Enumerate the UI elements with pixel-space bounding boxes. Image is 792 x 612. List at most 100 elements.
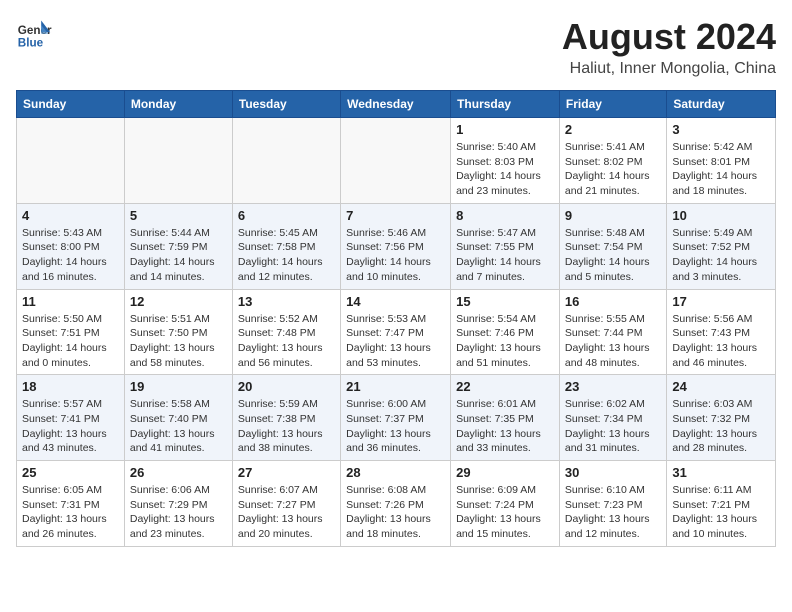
calendar-day: 8 Sunrise: 5:47 AMSunset: 7:55 PMDaylight… bbox=[451, 203, 560, 289]
day-number: 3 bbox=[672, 122, 770, 137]
calendar-subtitle: Haliut, Inner Mongolia, China bbox=[562, 60, 776, 78]
calendar-day: 24 Sunrise: 6:03 AMSunset: 7:32 PMDayligh… bbox=[667, 375, 776, 461]
day-info: Sunrise: 5:44 AMSunset: 7:59 PMDaylight:… bbox=[130, 226, 227, 285]
week-row-2: 4Sunrise: 5:43 AMSunset: 8:00 PMDaylight… bbox=[17, 203, 776, 289]
day-info: Sunrise: 5:53 AMSunset: 7:47 PMDaylight:… bbox=[346, 312, 445, 371]
calendar-title: August 2024 bbox=[562, 16, 776, 58]
calendar-day: 1 Sunrise: 5:40 AMSunset: 8:03 PMDaylight… bbox=[451, 118, 560, 204]
day-info: Sunrise: 5:49 AMSunset: 7:52 PMDaylight:… bbox=[672, 226, 770, 285]
day-info: Sunrise: 5:47 AMSunset: 7:55 PMDaylight:… bbox=[456, 226, 554, 285]
weekday-header-wednesday: Wednesday bbox=[341, 91, 451, 118]
calendar-day: 21Sunrise: 6:00 AMSunset: 7:37 PMDayligh… bbox=[341, 375, 451, 461]
day-info: Sunrise: 5:41 AMSunset: 8:02 PMDaylight:… bbox=[565, 140, 661, 199]
day-number: 28 bbox=[346, 465, 445, 480]
calendar-day bbox=[341, 118, 451, 204]
day-number: 31 bbox=[672, 465, 770, 480]
day-number: 8 bbox=[456, 208, 554, 223]
weekday-header-thursday: Thursday bbox=[451, 91, 560, 118]
day-info: Sunrise: 6:11 AMSunset: 7:21 PMDaylight:… bbox=[672, 483, 770, 542]
day-info: Sunrise: 5:40 AMSunset: 8:03 PMDaylight:… bbox=[456, 140, 554, 199]
calendar-day: 6 Sunrise: 5:45 AMSunset: 7:58 PMDaylight… bbox=[232, 203, 340, 289]
calendar-day: 12 Sunrise: 5:51 AMSunset: 7:50 PMDayligh… bbox=[124, 289, 232, 375]
calendar-day: 30 Sunrise: 6:10 AMSunset: 7:23 PMDayligh… bbox=[559, 461, 666, 547]
day-info: Sunrise: 5:56 AMSunset: 7:43 PMDaylight:… bbox=[672, 312, 770, 371]
day-number: 23 bbox=[565, 379, 661, 394]
day-number: 10 bbox=[672, 208, 770, 223]
day-number: 27 bbox=[238, 465, 335, 480]
weekday-header-saturday: Saturday bbox=[667, 91, 776, 118]
day-number: 24 bbox=[672, 379, 770, 394]
day-number: 9 bbox=[565, 208, 661, 223]
day-number: 7 bbox=[346, 208, 445, 223]
weekday-header-sunday: Sunday bbox=[17, 91, 125, 118]
header: General Blue August 2024 Haliut, Inner M… bbox=[16, 16, 776, 78]
calendar-day: 2 Sunrise: 5:41 AMSunset: 8:02 PMDaylight… bbox=[559, 118, 666, 204]
calendar-day: 16 Sunrise: 5:55 AMSunset: 7:44 PMDayligh… bbox=[559, 289, 666, 375]
day-number: 25 bbox=[22, 465, 119, 480]
calendar-day: 7Sunrise: 5:46 AMSunset: 7:56 PMDaylight… bbox=[341, 203, 451, 289]
day-number: 19 bbox=[130, 379, 227, 394]
logo-icon: General Blue bbox=[16, 16, 52, 52]
calendar-day: 31 Sunrise: 6:11 AMSunset: 7:21 PMDayligh… bbox=[667, 461, 776, 547]
day-number: 30 bbox=[565, 465, 661, 480]
calendar-day bbox=[124, 118, 232, 204]
calendar-day: 26Sunrise: 6:06 AMSunset: 7:29 PMDayligh… bbox=[124, 461, 232, 547]
calendar-day: 18Sunrise: 5:57 AMSunset: 7:41 PMDayligh… bbox=[17, 375, 125, 461]
week-row-1: 1 Sunrise: 5:40 AMSunset: 8:03 PMDaylight… bbox=[17, 118, 776, 204]
logo: General Blue bbox=[16, 16, 52, 52]
day-number: 2 bbox=[565, 122, 661, 137]
day-number: 12 bbox=[130, 294, 227, 309]
day-info: Sunrise: 5:55 AMSunset: 7:44 PMDaylight:… bbox=[565, 312, 661, 371]
week-row-5: 25 Sunrise: 6:05 AMSunset: 7:31 PMDayligh… bbox=[17, 461, 776, 547]
calendar-day: 15 Sunrise: 5:54 AMSunset: 7:46 PMDayligh… bbox=[451, 289, 560, 375]
calendar-day: 25 Sunrise: 6:05 AMSunset: 7:31 PMDayligh… bbox=[17, 461, 125, 547]
week-row-4: 18Sunrise: 5:57 AMSunset: 7:41 PMDayligh… bbox=[17, 375, 776, 461]
svg-text:Blue: Blue bbox=[18, 37, 44, 50]
day-number: 14 bbox=[346, 294, 445, 309]
day-info: Sunrise: 6:01 AMSunset: 7:35 PMDaylight:… bbox=[456, 397, 554, 456]
calendar-day: 4Sunrise: 5:43 AMSunset: 8:00 PMDaylight… bbox=[17, 203, 125, 289]
day-number: 17 bbox=[672, 294, 770, 309]
calendar-day: 5 Sunrise: 5:44 AMSunset: 7:59 PMDaylight… bbox=[124, 203, 232, 289]
calendar-day: 20 Sunrise: 5:59 AMSunset: 7:38 PMDayligh… bbox=[232, 375, 340, 461]
day-number: 11 bbox=[22, 294, 119, 309]
day-info: Sunrise: 5:48 AMSunset: 7:54 PMDaylight:… bbox=[565, 226, 661, 285]
day-info: Sunrise: 6:08 AMSunset: 7:26 PMDaylight:… bbox=[346, 483, 445, 542]
calendar-day: 28 Sunrise: 6:08 AMSunset: 7:26 PMDayligh… bbox=[341, 461, 451, 547]
day-info: Sunrise: 5:58 AMSunset: 7:40 PMDaylight:… bbox=[130, 397, 227, 456]
day-info: Sunrise: 6:00 AMSunset: 7:37 PMDaylight:… bbox=[346, 397, 445, 456]
day-number: 6 bbox=[238, 208, 335, 223]
calendar-day: 27 Sunrise: 6:07 AMSunset: 7:27 PMDayligh… bbox=[232, 461, 340, 547]
day-info: Sunrise: 6:06 AMSunset: 7:29 PMDaylight:… bbox=[130, 483, 227, 542]
calendar-day: 3 Sunrise: 5:42 AMSunset: 8:01 PMDaylight… bbox=[667, 118, 776, 204]
day-info: Sunrise: 5:57 AMSunset: 7:41 PMDaylight:… bbox=[22, 397, 119, 456]
weekday-header-row: SundayMondayTuesdayWednesdayThursdayFrid… bbox=[17, 91, 776, 118]
day-number: 5 bbox=[130, 208, 227, 223]
day-info: Sunrise: 5:43 AMSunset: 8:00 PMDaylight:… bbox=[22, 226, 119, 285]
calendar-day: 14 Sunrise: 5:53 AMSunset: 7:47 PMDayligh… bbox=[341, 289, 451, 375]
day-info: Sunrise: 6:07 AMSunset: 7:27 PMDaylight:… bbox=[238, 483, 335, 542]
day-number: 1 bbox=[456, 122, 554, 137]
day-info: Sunrise: 6:10 AMSunset: 7:23 PMDaylight:… bbox=[565, 483, 661, 542]
calendar-day: 22Sunrise: 6:01 AMSunset: 7:35 PMDayligh… bbox=[451, 375, 560, 461]
day-number: 15 bbox=[456, 294, 554, 309]
calendar-day: 29 Sunrise: 6:09 AMSunset: 7:24 PMDayligh… bbox=[451, 461, 560, 547]
day-number: 20 bbox=[238, 379, 335, 394]
calendar-day: 17 Sunrise: 5:56 AMSunset: 7:43 PMDayligh… bbox=[667, 289, 776, 375]
weekday-header-friday: Friday bbox=[559, 91, 666, 118]
day-info: Sunrise: 5:45 AMSunset: 7:58 PMDaylight:… bbox=[238, 226, 335, 285]
day-info: Sunrise: 6:03 AMSunset: 7:32 PMDaylight:… bbox=[672, 397, 770, 456]
calendar-day: 23Sunrise: 6:02 AMSunset: 7:34 PMDayligh… bbox=[559, 375, 666, 461]
day-number: 29 bbox=[456, 465, 554, 480]
weekday-header-tuesday: Tuesday bbox=[232, 91, 340, 118]
day-info: Sunrise: 6:05 AMSunset: 7:31 PMDaylight:… bbox=[22, 483, 119, 542]
day-info: Sunrise: 6:09 AMSunset: 7:24 PMDaylight:… bbox=[456, 483, 554, 542]
day-info: Sunrise: 5:42 AMSunset: 8:01 PMDaylight:… bbox=[672, 140, 770, 199]
day-info: Sunrise: 5:51 AMSunset: 7:50 PMDaylight:… bbox=[130, 312, 227, 371]
day-number: 16 bbox=[565, 294, 661, 309]
day-info: Sunrise: 5:59 AMSunset: 7:38 PMDaylight:… bbox=[238, 397, 335, 456]
weekday-header-monday: Monday bbox=[124, 91, 232, 118]
day-info: Sunrise: 5:54 AMSunset: 7:46 PMDaylight:… bbox=[456, 312, 554, 371]
calendar-day: 19 Sunrise: 5:58 AMSunset: 7:40 PMDayligh… bbox=[124, 375, 232, 461]
calendar-table: SundayMondayTuesdayWednesdayThursdayFrid… bbox=[16, 90, 776, 547]
